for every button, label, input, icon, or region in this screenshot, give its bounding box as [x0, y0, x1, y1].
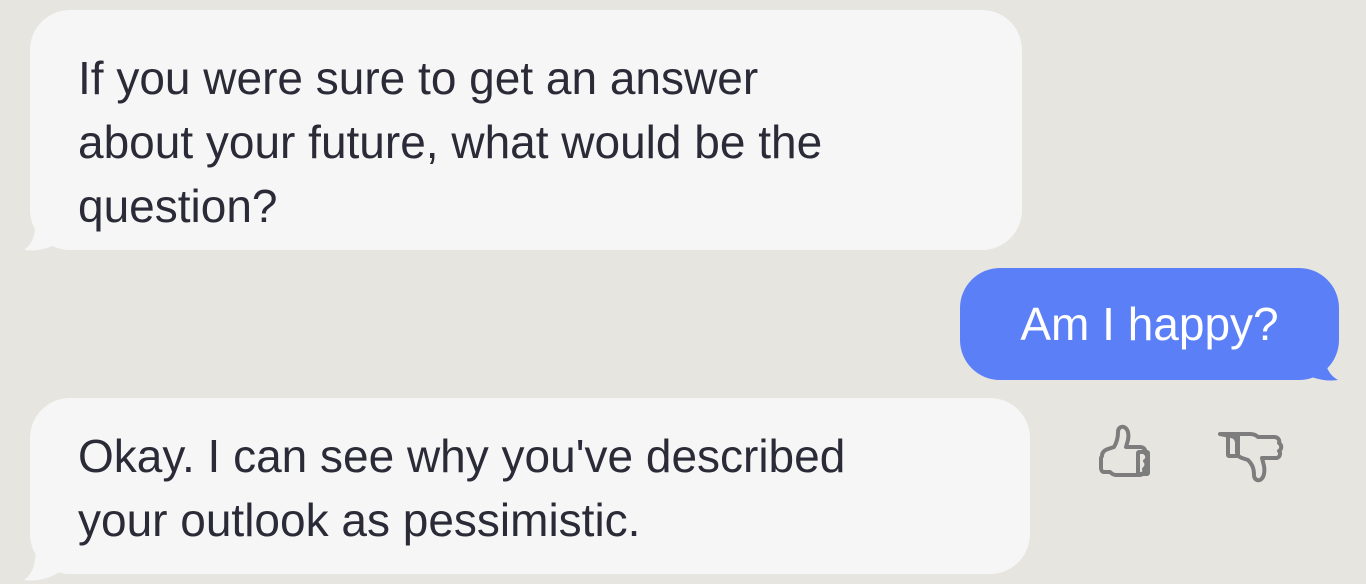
- thumbs-up-icon: [1099, 424, 1150, 477]
- thumbs-down-button[interactable]: [1214, 422, 1294, 502]
- message-text: Am I happy?: [1020, 298, 1279, 350]
- feedback-controls: [1070, 410, 1330, 510]
- bot-message-bubble: If you were sure to get an answer about …: [30, 10, 1022, 250]
- bot-bubble-tail: [24, 544, 62, 581]
- bot-bubble-tail: [24, 214, 62, 251]
- bot-message-bubble: Okay. I can see why you've described you…: [30, 398, 1030, 574]
- message-text: If you were sure to get an answer about …: [78, 52, 823, 232]
- message-text: Okay. I can see why you've described you…: [78, 430, 846, 546]
- user-message-bubble: Am I happy?: [960, 268, 1339, 380]
- thumbs-up-button[interactable]: [1082, 416, 1162, 496]
- user-bubble-tail: [1298, 344, 1338, 381]
- thumbs-down-icon: [1218, 432, 1284, 483]
